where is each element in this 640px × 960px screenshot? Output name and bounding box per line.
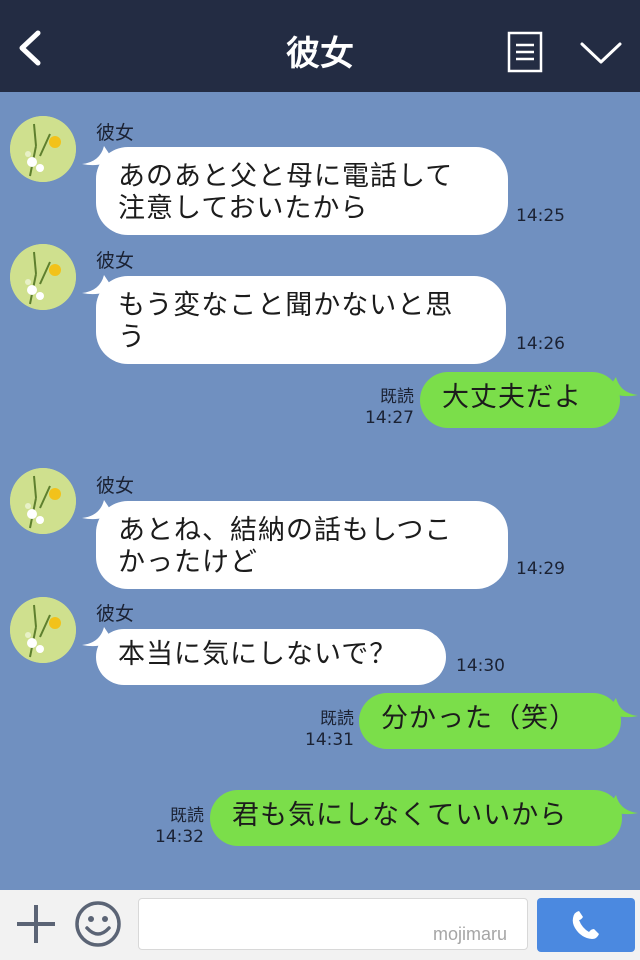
message-line: あとね、結納の話もしつこ: [118, 515, 453, 546]
chevron-down-icon[interactable]: [579, 40, 623, 66]
message-time: 14:29: [516, 559, 565, 579]
message-text: 分かった（笑）: [381, 703, 577, 734]
sender-name: 彼女: [96, 250, 135, 272]
message-line: もう変なこと聞かないと思: [118, 290, 454, 321]
message-bubble-outgoing[interactable]: 大丈夫だよ: [420, 372, 620, 428]
plus-icon[interactable]: [14, 902, 58, 946]
menu-icon[interactable]: [507, 31, 543, 73]
message-bubble-incoming[interactable]: あのあと父と母に電話して 注意しておいたから: [96, 147, 508, 235]
flower-icon: [10, 597, 76, 663]
message-bubble-incoming[interactable]: あとね、結納の話もしつこ かったけど: [96, 501, 508, 589]
avatar[interactable]: [10, 597, 76, 663]
sender-name: 彼女: [96, 603, 135, 625]
flower-icon: [10, 116, 76, 182]
read-receipt: 既読: [320, 709, 354, 729]
message-bubble-incoming[interactable]: 本当に気にしないで？: [96, 629, 446, 685]
message-time: 14:27: [365, 408, 414, 428]
avatar[interactable]: [10, 116, 76, 182]
chat-header: 彼女: [0, 0, 640, 92]
message-line: 本当に気にしないで？: [118, 639, 398, 670]
message-line: かったけど: [118, 547, 258, 578]
message-line: 注意しておいたから: [118, 193, 369, 224]
avatar[interactable]: [10, 244, 76, 310]
read-receipt: 既読: [380, 387, 414, 407]
call-button[interactable]: [537, 898, 635, 952]
sender-name: 彼女: [96, 475, 135, 497]
flower-icon: [10, 244, 76, 310]
phone-icon: [572, 911, 599, 939]
message-bubble-outgoing[interactable]: 分かった（笑）: [359, 693, 621, 749]
message-text: 君も気にしなくていいから: [232, 800, 568, 831]
chat-title: 彼女: [286, 34, 354, 74]
message-time: 14:25: [516, 206, 565, 226]
message-bubble-incoming[interactable]: もう変なこと聞かないと思 う: [96, 276, 506, 364]
avatar[interactable]: [10, 468, 76, 534]
message-line: う: [118, 322, 146, 353]
message-time: 14:32: [155, 827, 204, 847]
emoji-icon[interactable]: [74, 900, 122, 948]
watermark: mojimaru: [433, 924, 508, 944]
message-time: 14:30: [456, 656, 505, 676]
flower-icon: [10, 468, 76, 534]
message-time: 14:31: [305, 730, 354, 750]
message-text: 大丈夫だよ: [442, 382, 582, 413]
message-line: あのあと父と母に電話して: [118, 161, 454, 192]
message-time: 14:26: [516, 334, 565, 354]
sender-name: 彼女: [96, 122, 135, 144]
message-bubble-outgoing[interactable]: 君も気にしなくていいから: [210, 790, 622, 846]
read-receipt: 既読: [170, 806, 204, 826]
